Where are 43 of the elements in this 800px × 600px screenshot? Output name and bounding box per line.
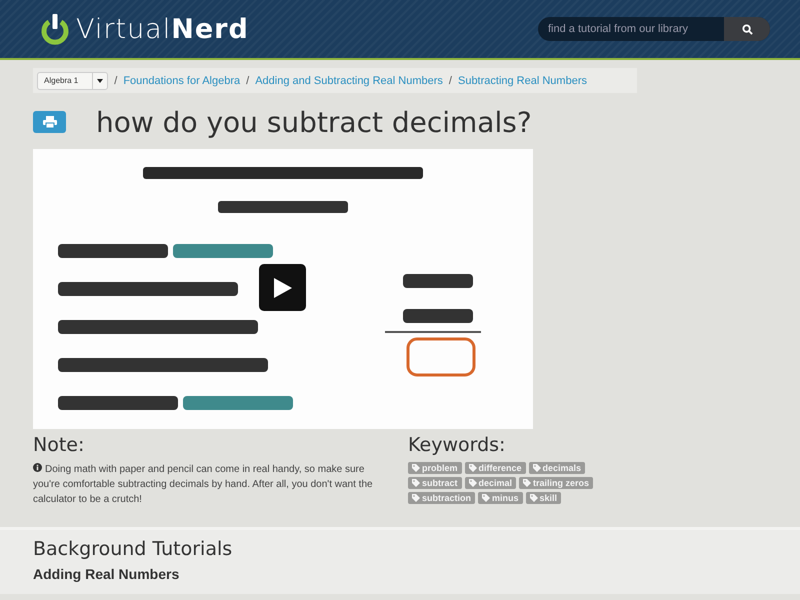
tag-icon — [412, 494, 420, 502]
tag-icon — [532, 464, 541, 472]
breadcrumb-link[interactable]: Adding and Subtracting Real Numbers — [255, 74, 443, 86]
search-icon — [742, 24, 752, 34]
tag-icon — [412, 464, 420, 472]
breadcrumb-separator: / — [246, 74, 250, 86]
breadcrumb-link[interactable]: Foundations for Algebra — [123, 74, 240, 86]
print-button[interactable] — [33, 111, 66, 133]
keyword-tag[interactable]: skill — [526, 492, 562, 504]
keyword-tag[interactable]: subtraction — [408, 492, 476, 504]
note-text: Doing math with paper and pencil can come in real handy, so make sure you're comfortable subtracting decimals by hand. After all, you don't want the calculator to be a crutch! — [33, 462, 374, 507]
background-tutorials-heading: Background Tutorials — [33, 538, 234, 560]
tag-icon — [412, 479, 420, 487]
note-heading: Note: — [33, 434, 86, 456]
tag-icon — [468, 464, 477, 472]
keyword-tag[interactable]: difference — [464, 462, 526, 474]
tutorial-link[interactable]: Adding Real Numbers — [33, 566, 767, 582]
keyword-tag[interactable]: trailing zeros — [519, 477, 594, 489]
keyword-tag[interactable]: decimals — [528, 462, 586, 474]
play-button[interactable] — [259, 264, 306, 311]
tag-icon — [523, 479, 532, 487]
search-button[interactable] — [724, 17, 770, 41]
breadcrumb-separator: / — [114, 74, 118, 86]
play-icon — [274, 278, 292, 298]
caret-icon — [97, 78, 104, 82]
logo-text: Virtual Nerd — [76, 14, 249, 44]
course-select[interactable]: Algebra 1 — [37, 72, 108, 90]
search-field[interactable]: find a tutorial from our library — [538, 17, 724, 41]
printer-icon — [42, 116, 56, 128]
keyword-tag[interactable]: subtract — [408, 477, 462, 489]
tag-icon — [482, 494, 490, 502]
keyword-tag[interactable]: decimal — [464, 477, 516, 489]
breadcrumb-separator: / — [448, 74, 452, 86]
info-icon — [33, 463, 42, 472]
tag-icon — [530, 494, 538, 502]
power-icon — [40, 12, 70, 46]
page-title: how do you subtract decimals? — [96, 106, 532, 138]
breadcrumb-link[interactable]: Subtracting Real Numbers — [458, 74, 587, 86]
search-bar[interactable]: find a tutorial from our library — [538, 17, 770, 41]
keywords-heading: Keywords: — [408, 434, 506, 456]
keyword-tag[interactable]: problem — [408, 462, 462, 474]
keyword-tag[interactable]: minus — [478, 492, 523, 504]
tag-icon — [468, 479, 477, 487]
